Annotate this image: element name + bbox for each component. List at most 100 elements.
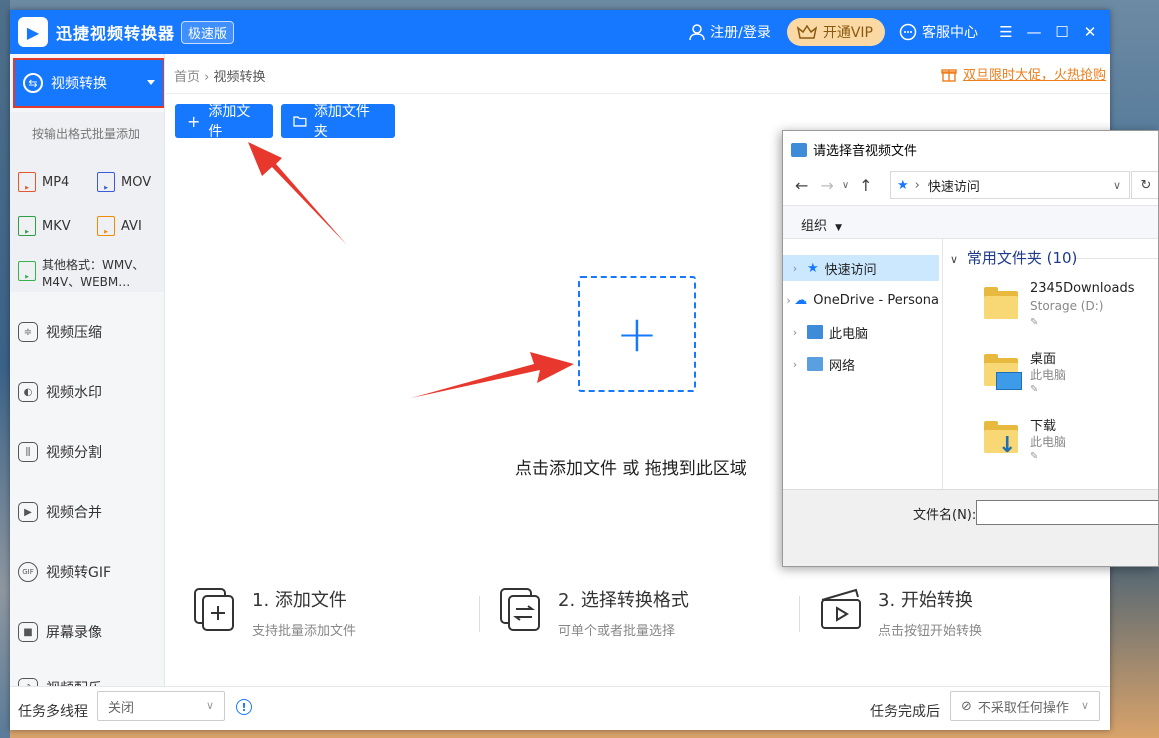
file-dialog: 请选择音视频文件 ← → ∨ ↑ ★ › 快速访问 ∨ ↻ 组织 ▼ › ★ 快…: [782, 130, 1159, 567]
sidebar-item-merge[interactable]: ▶ 视频合并: [18, 502, 102, 522]
vip-label: 开通VIP: [822, 25, 873, 41]
nav-this-pc[interactable]: › 此电脑: [783, 319, 939, 345]
nav-quick-access[interactable]: › ★ 快速访问: [783, 255, 939, 281]
forward-arrow-icon[interactable]: →: [820, 176, 833, 195]
dialog-app-icon: [791, 142, 807, 157]
folder-name: 下载: [1030, 419, 1057, 434]
desktop-overlay-icon: [996, 372, 1022, 390]
app-title: 迅捷视频转换器: [56, 24, 176, 43]
step-divider: [479, 596, 480, 632]
sidebar-item-label: 视频转GIF: [46, 565, 112, 581]
dialog-nav-bar: ← → ∨ ↑ ★ › 快速访问 ∨ ↻: [783, 165, 1158, 205]
folder-item[interactable]: 桌面 此电脑 ✎: [984, 348, 1158, 408]
gif-icon: GIF: [18, 562, 38, 582]
star-icon: ★: [897, 177, 909, 193]
plus-icon: +: [187, 111, 201, 131]
dialog-file-list: ∨ 常用文件夹 (10) 2345Downloads Storage (D:) …: [944, 239, 1158, 489]
sidebar-item-label: 视频压缩: [46, 325, 102, 341]
sidebar-item-compress[interactable]: ≑ 视频压缩: [18, 322, 102, 342]
breadcrumb-current: 视频转换: [213, 70, 266, 85]
step-select-format: 2. 选择转换格式 可单个或者批量选择: [498, 586, 689, 639]
step-add-file: 1. 添加文件 支持批量添加文件: [192, 586, 356, 639]
format-avi[interactable]: ▶ AVI: [97, 216, 142, 236]
folder-name: 2345Downloads: [1030, 281, 1135, 296]
sidebar-item-label: 视频水印: [46, 385, 102, 401]
address-dropdown-icon[interactable]: ∨: [1113, 179, 1121, 192]
recent-dropdown-icon[interactable]: ∨: [842, 180, 849, 191]
support-link[interactable]: 客服中心: [899, 22, 978, 42]
sidebar-item-split[interactable]: ⫼ 视频分割: [18, 442, 102, 462]
desktop-background: [0, 0, 10, 738]
format-mov[interactable]: ▶ MOV: [97, 172, 151, 192]
folder-icon: ↓: [984, 421, 1018, 458]
close-icon[interactable]: ✕: [1078, 23, 1102, 41]
add-file-step-icon: [194, 588, 234, 631]
sidebar-item-gif[interactable]: GIF 视频转GIF: [18, 562, 111, 582]
title-bar: ▶ 迅捷视频转换器 极速版 注册/登录 开通VIP 客服中心 ☰ — ☐ ✕: [10, 10, 1110, 54]
format-other[interactable]: ▶ 其他格式：WMV、 M4V、WEBM…: [18, 257, 144, 291]
select-format-step-icon: [500, 588, 540, 631]
format-hint: 按输出格式批量添加: [32, 127, 141, 141]
chevron-right-icon: ›: [786, 293, 791, 307]
sidebar-item-label: 视频配乐: [46, 678, 102, 686]
nav-network[interactable]: › 网络: [783, 351, 939, 377]
chevron-down-icon: ∨: [205, 699, 214, 712]
format-mp4[interactable]: ▶ MP4: [18, 172, 69, 192]
network-icon: [807, 357, 823, 371]
step-sub: 支持批量添加文件: [252, 624, 357, 639]
vip-button[interactable]: 开通VIP: [786, 18, 885, 46]
sidebar-item-watermark[interactable]: ◐ 视频水印: [18, 382, 102, 402]
breadcrumb-home[interactable]: 首页: [174, 70, 200, 85]
group-header[interactable]: ∨ 常用文件夹 (10): [950, 247, 1077, 268]
add-file-label: 添加文件: [208, 104, 251, 140]
folder-item[interactable]: 2345Downloads Storage (D:) ✎: [984, 281, 1158, 341]
organize-menu[interactable]: 组织 ▼: [801, 215, 842, 234]
folder-item[interactable]: ↓ 下载 此电脑 ✎: [984, 415, 1158, 475]
sidebar-item-video-convert[interactable]: ⇆ 视频转换: [13, 58, 164, 108]
login-link[interactable]: 注册/登录: [688, 22, 771, 42]
maximize-icon[interactable]: ☐: [1050, 23, 1074, 41]
download-arrow-icon: ↓: [998, 433, 1017, 458]
thread-select[interactable]: 关闭 ∨: [97, 691, 225, 721]
crown-icon: [796, 25, 817, 39]
format-mkv[interactable]: ▶ MKV: [18, 216, 71, 236]
pin-icon: ✎: [1030, 451, 1039, 462]
computer-icon: [807, 325, 823, 339]
back-arrow-icon[interactable]: ←: [795, 176, 808, 195]
chevron-right-icon: ›: [792, 357, 798, 371]
add-folder-button[interactable]: 添加文件夹: [281, 104, 395, 140]
sidebar-item-screen-record[interactable]: ■ 屏幕录像: [18, 622, 102, 642]
dialog-nav-pane: › ★ 快速访问 › ☁ OneDrive - Persona › 此电脑 › …: [783, 239, 943, 489]
after-select[interactable]: ⊘ 不采取任何操作 ∨: [950, 691, 1100, 721]
divider: [166, 93, 1110, 94]
add-folder-label: 添加文件夹: [313, 104, 370, 140]
dialog-toolbar: 组织 ▼: [783, 205, 1158, 239]
chevron-right-icon: ›: [792, 325, 798, 339]
mkv-icon: ▶: [18, 216, 36, 236]
after-select-value: 不采取任何操作: [977, 700, 1069, 716]
sidebar-item-music[interactable]: ♪ 视频配乐: [18, 678, 102, 686]
nav-label: 快速访问: [824, 262, 877, 278]
up-arrow-icon[interactable]: ↑: [859, 176, 872, 195]
add-file-button[interactable]: + 添加文件: [175, 104, 273, 140]
info-icon[interactable]: !: [236, 699, 252, 715]
refresh-icon[interactable]: ↻: [1131, 171, 1158, 199]
filename-input[interactable]: [976, 500, 1158, 525]
drop-zone[interactable]: +: [578, 276, 696, 392]
minimize-icon[interactable]: —: [1022, 23, 1046, 41]
chevron-down-icon: ∨: [950, 253, 959, 266]
dialog-title: 请选择音视频文件: [813, 144, 918, 159]
nav-onedrive[interactable]: › ☁ OneDrive - Persona: [783, 287, 939, 313]
chevron-right-icon: ›: [204, 70, 214, 85]
promo-link[interactable]: 双旦限时大促，火热抢购: [941, 64, 1106, 83]
chevron-right-icon: ›: [792, 261, 798, 275]
address-bar[interactable]: ★ › 快速访问 ∨: [890, 171, 1130, 199]
folder-location: 此电脑: [1030, 368, 1067, 382]
star-icon: ★: [807, 260, 819, 276]
promo-label: 双旦限时大促，火热抢购: [962, 68, 1106, 83]
folder-icon: [984, 287, 1018, 319]
menu-icon[interactable]: ☰: [994, 23, 1018, 41]
pin-icon: ✎: [1030, 317, 1039, 328]
chat-icon: [899, 23, 917, 41]
step-title: 2. 选择转换格式: [558, 590, 689, 611]
